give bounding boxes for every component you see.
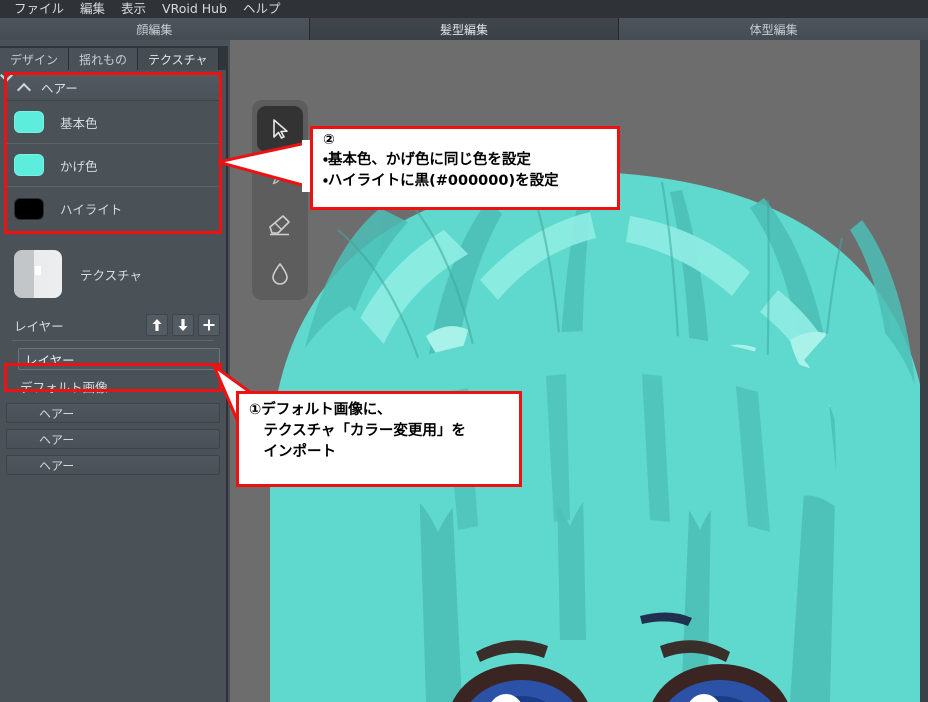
texture-row[interactable]: テクスチャ	[6, 246, 220, 302]
shadow-color-label: かげ色	[60, 156, 98, 175]
callout-2: ② ・基本色、かげ色に同じ色を設定 ・ハイライトに黒(#000000)を設定	[310, 126, 620, 210]
tab-design[interactable]: デザイン	[0, 48, 69, 70]
layer-divider	[12, 340, 214, 341]
hair-section-label: ヘアー	[41, 78, 78, 97]
texture-thumbnail[interactable]	[14, 250, 62, 298]
callout-2-line-1: ・基本色、かげ色に同じ色を設定	[323, 150, 609, 171]
hair-section-header[interactable]: ヘアー	[6, 74, 220, 101]
arrow-down-icon	[175, 317, 191, 333]
menu-vroid-hub[interactable]: VRoid Hub	[154, 0, 235, 18]
left-sidebar: ヘアー 基本色 かげ色 ハイライト テクスチャ レイヤー	[0, 70, 228, 702]
layer-name-input[interactable]: レイヤー	[18, 348, 220, 370]
layer-panel-header: レイヤー	[6, 312, 220, 338]
color-row-highlight[interactable]: ハイライト	[6, 187, 220, 230]
sub-tab-bar: デザイン 揺れもの テクスチャ	[0, 46, 228, 70]
arrow-up-icon	[149, 317, 165, 333]
callout-1-line-1: ①デフォルト画像に、	[249, 400, 511, 421]
texture-thumbnail-mark	[35, 266, 41, 275]
main-tab-bar: 顔編集 髪型編集 体型編集	[0, 18, 928, 40]
color-row-shadow[interactable]: かげ色	[6, 144, 220, 187]
tab-wobble[interactable]: 揺れもの	[69, 48, 138, 70]
hair-collapsed-2[interactable]: ヘアー	[6, 429, 220, 449]
hair-collapsed-1[interactable]: ヘアー	[6, 403, 220, 423]
hair-collapsed-label-2: ヘアー	[39, 431, 74, 448]
move-layer-down-button[interactable]	[172, 314, 194, 336]
layer-item-default-image[interactable]: デフォルト画像	[14, 375, 220, 397]
base-color-label: 基本色	[60, 113, 98, 132]
shadow-color-swatch[interactable]	[14, 154, 44, 176]
tab-body-edit[interactable]: 体型編集	[619, 18, 928, 40]
tool-palette	[252, 100, 308, 300]
blur-tool[interactable]	[257, 250, 303, 296]
hair-collapsed-label-1: ヘアー	[39, 405, 74, 422]
highlight-color-label: ハイライト	[60, 199, 122, 218]
menu-view[interactable]: 表示	[113, 0, 154, 18]
move-layer-up-button[interactable]	[146, 314, 168, 336]
vroid-studio-window: ファイル 編集 表示 VRoid Hub ヘルプ 顔編集 髪型編集 体型編集	[0, 0, 928, 702]
eraser-icon	[266, 211, 294, 239]
chevron-up-icon	[17, 81, 31, 95]
tab-face-edit[interactable]: 顔編集	[0, 18, 310, 40]
water-drop-icon	[267, 260, 293, 286]
menu-file[interactable]: ファイル	[6, 0, 72, 18]
chevron-down-icon	[17, 433, 29, 445]
tab-hair-edit[interactable]: 髪型編集	[310, 18, 620, 40]
hair-collapsed-label-3: ヘアー	[39, 457, 74, 474]
base-color-swatch[interactable]	[14, 111, 44, 133]
tab-texture[interactable]: テクスチャ	[138, 48, 219, 70]
layer-panel-title: レイヤー	[14, 316, 142, 335]
hair-color-panel: 基本色 かげ色 ハイライト	[6, 101, 220, 232]
layer-name-value: レイヤー	[25, 350, 75, 369]
callout-2-line-2: ・ハイライトに黒(#000000)を設定	[323, 171, 609, 192]
plus-icon	[201, 317, 217, 333]
callout-1: ①デフォルト画像に、 テクスチャ「カラー変更用」を インポート	[236, 391, 522, 487]
cursor-icon	[267, 116, 293, 142]
chevron-down-icon	[17, 459, 29, 471]
layer-item-label: デフォルト画像	[20, 377, 108, 396]
menu-edit[interactable]: 編集	[72, 0, 113, 18]
callout-1-line-3: インポート	[249, 442, 511, 463]
eraser-tool[interactable]	[257, 202, 303, 248]
color-row-base[interactable]: 基本色	[6, 101, 220, 144]
highlight-color-swatch[interactable]	[14, 198, 44, 220]
hair-collapsed-3[interactable]: ヘアー	[6, 455, 220, 475]
chevron-down-icon	[17, 407, 29, 419]
add-layer-button[interactable]	[198, 314, 220, 336]
callout-2-number: ②	[323, 132, 609, 150]
callout-1-line-2: テクスチャ「カラー変更用」を	[249, 421, 511, 442]
texture-label: テクスチャ	[80, 265, 142, 284]
menu-bar: ファイル 編集 表示 VRoid Hub ヘルプ	[0, 0, 928, 18]
menu-help[interactable]: ヘルプ	[235, 0, 289, 18]
